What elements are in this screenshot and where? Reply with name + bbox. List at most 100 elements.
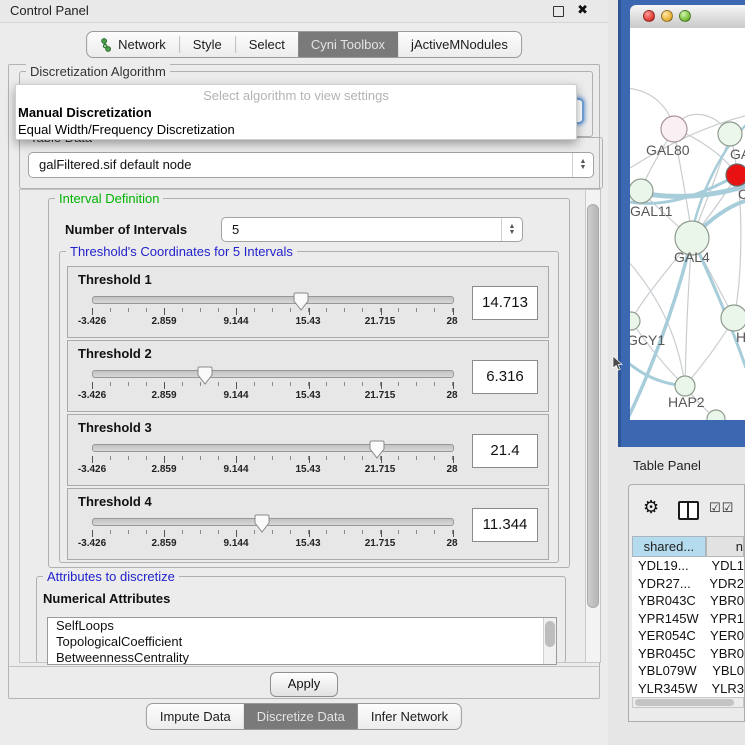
threshold-slider[interactable] bbox=[92, 296, 454, 304]
node-label-cut-right: GA bbox=[730, 146, 745, 162]
group-title: Threshold's Coordinates for 5 Intervals bbox=[66, 244, 297, 259]
tab-impute-data[interactable]: Impute Data bbox=[147, 704, 244, 729]
network-canvas[interactable]: GAL80 GA C GAL11 GAL4 GCY1 H HAP2 bbox=[630, 28, 745, 420]
node-gal11[interactable] bbox=[630, 179, 653, 203]
control-panel-tab-bar: Network Style Select Cyni Toolbox jActiv… bbox=[86, 31, 522, 58]
slider-tick-labels: -3.4262.8599.14415.4321.71528 bbox=[92, 464, 452, 476]
table-horizontal-scrollbar[interactable] bbox=[632, 697, 744, 708]
network-edges-highlighted bbox=[630, 123, 745, 420]
slider-ticks bbox=[92, 456, 453, 463]
node-label-cut-h: H bbox=[736, 329, 745, 345]
close-traffic-light-icon[interactable] bbox=[643, 10, 655, 22]
table-row[interactable]: YBR045CYBR0 bbox=[632, 645, 744, 663]
threshold-slider[interactable] bbox=[92, 444, 454, 452]
combo-arrows-icon[interactable]: ▲▼ bbox=[572, 153, 593, 177]
table-row[interactable]: YLR345WYLR3 bbox=[632, 680, 744, 698]
control-panel-titlebar: Control Panel ✖ bbox=[0, 0, 608, 23]
tab-cyni-toolbox[interactable]: Cyni Toolbox bbox=[298, 32, 398, 57]
float-window-icon[interactable] bbox=[553, 6, 564, 17]
list-item[interactable]: SelfLoops bbox=[48, 618, 556, 634]
threshold-value-field[interactable]: 21.4 bbox=[472, 434, 538, 468]
group-title: Discretization Algorithm bbox=[26, 64, 170, 79]
network-window: GAL80 GA C GAL11 GAL4 GCY1 H HAP2 bbox=[618, 0, 745, 447]
node-hap2[interactable] bbox=[675, 376, 695, 396]
tab-discretize-data[interactable]: Discretize Data bbox=[244, 704, 358, 729]
table-panel: ⚙ ☑☑ shared... n YDL19...YDL1 YDR27...YD… bbox=[628, 484, 745, 722]
dropdown-prompt: Select algorithm to view settings bbox=[16, 85, 576, 104]
scrollbar-thumb[interactable] bbox=[635, 699, 734, 706]
threshold-label: Threshold 1 bbox=[78, 272, 152, 287]
table-row[interactable]: YDR27...YDR2 bbox=[632, 575, 744, 593]
control-panel: Control Panel ✖ Network Style Select Cyn… bbox=[0, 0, 608, 745]
column-header-shared-name[interactable]: shared... bbox=[632, 536, 706, 557]
dropdown-option-equal-width[interactable]: Equal Width/Frequency Discretization bbox=[16, 121, 576, 138]
combo-arrows-icon[interactable]: ▲▼ bbox=[501, 218, 522, 241]
table-row[interactable]: YDL19...YDL1 bbox=[632, 557, 744, 575]
slider-tick-labels: -3.4262.8599.14415.4321.71528 bbox=[92, 316, 452, 328]
table-body: YDL19...YDL1 YDR27...YDR2 YBR043CYBR0 YP… bbox=[632, 557, 744, 697]
columns-icon[interactable] bbox=[678, 501, 699, 520]
number-of-intervals-value: 5 bbox=[232, 222, 239, 237]
list-item[interactable]: TopologicalCoefficient bbox=[48, 634, 556, 650]
tab-style[interactable]: Style bbox=[180, 32, 235, 57]
threshold-value-field[interactable]: 14.713 bbox=[472, 286, 538, 320]
gear-icon[interactable]: ⚙ bbox=[643, 497, 659, 518]
settings-vertical-scrollbar[interactable] bbox=[585, 190, 600, 662]
zoom-traffic-light-icon[interactable] bbox=[679, 10, 691, 22]
tab-infer-network[interactable]: Infer Network bbox=[358, 704, 461, 729]
node-bottom[interactable] bbox=[707, 410, 725, 420]
scrollbar-thumb[interactable] bbox=[587, 204, 599, 608]
node-label-gal4: GAL4 bbox=[674, 249, 710, 265]
slider-tick-labels: -3.4262.8599.14415.4321.71528 bbox=[92, 390, 452, 402]
number-of-intervals-combobox[interactable]: 5 ▲▼ bbox=[221, 217, 523, 242]
threshold-panel-2: Threshold 2 -3.4262.8599.14415.4321.7152… bbox=[67, 340, 549, 412]
table-data-combobox[interactable]: galFiltered.sif default node ▲▼ bbox=[28, 152, 594, 178]
close-icon[interactable]: ✖ bbox=[577, 2, 588, 18]
node-label-gcy1: GCY1 bbox=[630, 332, 665, 348]
cyni-toolbox-panel: Discretization Algorithm ▲▼ Select algor… bbox=[8, 64, 600, 699]
mouse-cursor bbox=[612, 355, 623, 371]
slider-ticks bbox=[92, 530, 453, 537]
slider-ticks bbox=[92, 308, 453, 315]
tab-select[interactable]: Select bbox=[236, 32, 298, 57]
table-data-value: galFiltered.sif default node bbox=[39, 157, 191, 172]
dropdown-option-manual[interactable]: Manual Discretization bbox=[16, 104, 576, 121]
table-header: shared... n bbox=[632, 536, 744, 557]
threshold-slider[interactable] bbox=[92, 518, 454, 526]
apply-row: Apply bbox=[9, 666, 599, 698]
control-panel-title: Control Panel bbox=[10, 3, 89, 18]
minimize-traffic-light-icon[interactable] bbox=[661, 10, 673, 22]
settings-scroll-area: Interval Definition Number of Intervals … bbox=[19, 189, 601, 663]
node-top-right[interactable] bbox=[718, 122, 742, 146]
threshold-label: Threshold 4 bbox=[78, 494, 152, 509]
tab-network[interactable]: Network bbox=[87, 32, 179, 57]
node-gcy1[interactable] bbox=[630, 312, 640, 330]
node-right-h[interactable] bbox=[721, 305, 745, 331]
tab-jactivemnodules[interactable]: jActiveMNodules bbox=[398, 32, 521, 57]
numerical-attributes-list[interactable]: SelfLoops TopologicalCoefficient Between… bbox=[47, 617, 557, 665]
cyni-bottom-tab-bar: Impute Data Discretize Data Infer Networ… bbox=[146, 703, 462, 730]
attributes-group: Attributes to discretize Numerical Attri… bbox=[36, 576, 566, 663]
list-scrollbar[interactable] bbox=[543, 618, 556, 664]
threshold-value-field[interactable]: 11.344 bbox=[472, 508, 538, 542]
thresholds-group: Threshold's Coordinates for 5 Intervals … bbox=[59, 251, 559, 563]
table-data-group: Table Data galFiltered.sif default node … bbox=[19, 137, 603, 189]
table-row[interactable]: YPR145WYPR1 bbox=[632, 610, 744, 628]
node-red-selected[interactable] bbox=[726, 164, 745, 186]
table-row[interactable]: YBL079WYBL0 bbox=[632, 662, 744, 680]
node-label-gal11: GAL11 bbox=[630, 203, 673, 219]
threshold-value-field[interactable]: 6.316 bbox=[472, 360, 538, 394]
numerical-attributes-label: Numerical Attributes bbox=[43, 591, 170, 606]
threshold-label: Threshold 2 bbox=[78, 346, 152, 361]
threshold-slider[interactable] bbox=[92, 370, 454, 378]
table-row[interactable]: YER054CYER0 bbox=[632, 627, 744, 645]
select-checkboxes-icon[interactable]: ☑☑ bbox=[709, 500, 734, 516]
network-window-titlebar[interactable] bbox=[630, 5, 745, 29]
threshold-panel-4: Threshold 4 -3.4262.8599.14415.4321.7152… bbox=[67, 488, 549, 560]
list-item[interactable]: BetweennessCentrality bbox=[48, 650, 556, 665]
node-gal80[interactable] bbox=[661, 116, 687, 142]
apply-button[interactable]: Apply bbox=[270, 672, 338, 697]
column-header-name[interactable]: n bbox=[706, 536, 744, 557]
table-row[interactable]: YBR043CYBR0 bbox=[632, 592, 744, 610]
threshold-panel-3: Threshold 3 -3.4262.8599.14415.4321.7152… bbox=[67, 414, 549, 486]
